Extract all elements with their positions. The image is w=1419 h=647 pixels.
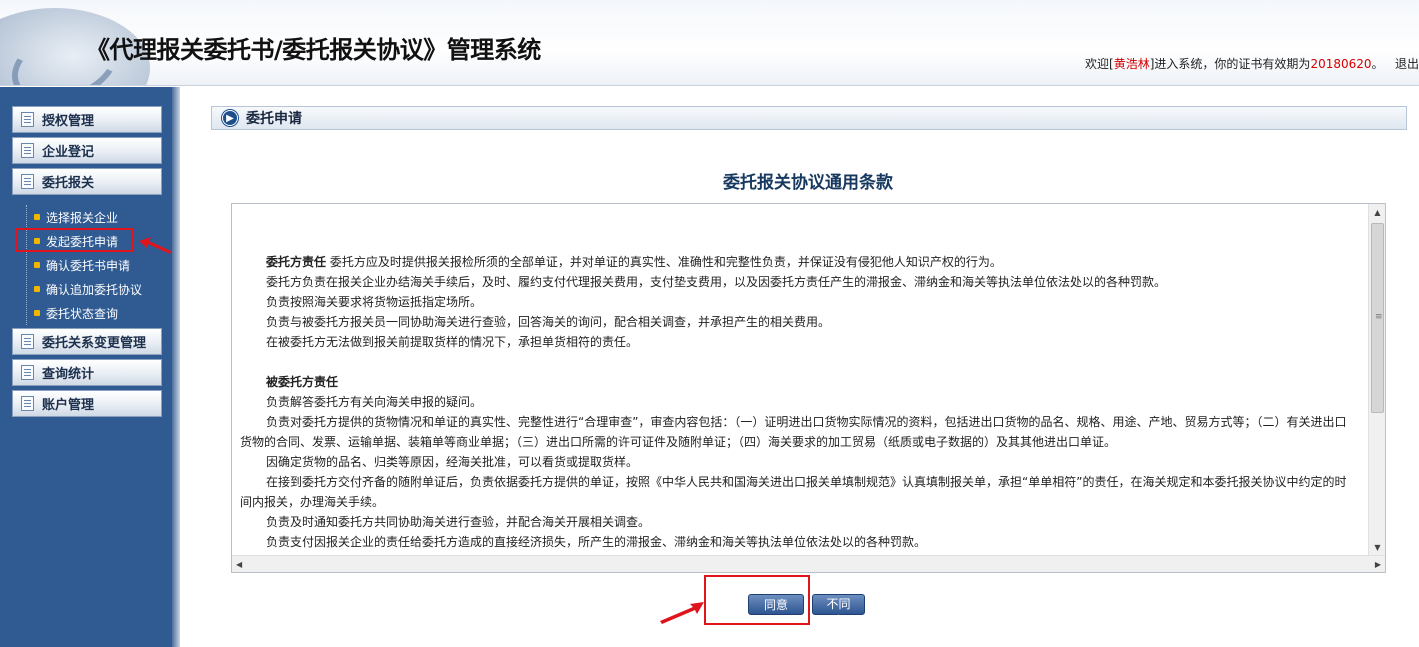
agreement-paragraph: 负责支付因报关企业的责任给委托方造成的直接经济损失，所产生的滞报金、滞纳金和海关…: [266, 535, 927, 549]
agreement-textbox[interactable]: 委托方责任 委托方应及时提供报关报检所须的全部单证，并对单证的真实性、准确性和完…: [231, 203, 1386, 573]
scroll-down-icon[interactable]: ▼: [1369, 539, 1386, 556]
agreement-paragraph: 负责与被委托方报关员一同协助海关进行查验，回答海关的询问，配合相关调查，并承担产…: [266, 315, 831, 329]
app-header: 《代理报关委托书/委托报关协议》管理系统 欢迎[黄浩林]进入系统，你的证书有效期…: [0, 0, 1419, 86]
agreement-paragraph: 负责按照海关要求将货物运抵指定场所。: [266, 295, 483, 309]
sidebar-item-label: 委托状态查询: [46, 306, 119, 321]
sidebar-section-label: 委托报关: [42, 176, 95, 191]
agreement-paragraph: 负责对委托方提供的货物情况和单证的真实性、完整性进行“合理审查”，审查内容包括：…: [240, 415, 1347, 449]
sidebar-section-query-statistics[interactable]: 查询统计: [12, 359, 162, 386]
page-icon: [21, 396, 34, 411]
agent-heading: 被委托方责任: [240, 372, 1358, 392]
page-icon: [21, 174, 34, 189]
horizontal-scrollbar[interactable]: ◀ ▶: [232, 555, 1385, 572]
breadcrumb: ▶ 委托申请: [211, 106, 1407, 130]
annotation-arrow-icon: [139, 237, 171, 254]
principal-heading: 委托方责任: [266, 255, 327, 269]
agreement-paragraph: 负责及时通知委托方共同协助海关进行查验，并配合海关开展相关调查。: [266, 515, 651, 529]
annotation-highlight-box: [16, 228, 133, 252]
agreement-line: 委托方应及时提供报关报检所须的全部单证，并对单证的真实性、准确性和完整性负责，并…: [329, 255, 1002, 269]
sidebar-section-enterprise-registration[interactable]: 企业登记: [12, 137, 162, 164]
bullet-icon: [34, 286, 40, 292]
page-icon: [21, 334, 34, 349]
annotation-arrow-icon: [660, 602, 704, 624]
sidebar-submenu: 选择报关企业 发起委托申请 确认委托书申请 确认追加委托协议 委托状态查询: [26, 205, 172, 325]
sidebar-item-label: 选择报关企业: [46, 210, 119, 225]
sidebar-rail: [172, 87, 180, 647]
welcome-message: 欢迎[黄浩林]进入系统，你的证书有效期为20180620。 退出: [1085, 55, 1419, 72]
sidebar-item-status-query[interactable]: 委托状态查询: [27, 301, 172, 325]
scroll-right-icon[interactable]: ▶: [1375, 560, 1381, 569]
agreement-paragraph: 在被委托方无法做到报关前提取货样的情况下，承担单货相符的责任。: [266, 335, 639, 349]
agent-heading-text: 被委托方责任: [266, 375, 339, 389]
sidebar-item-label: 确认委托书申请: [46, 258, 131, 273]
bullet-icon: [34, 262, 40, 268]
sidebar-section-label: 委托关系变更管理: [42, 336, 147, 351]
bullet-icon: [34, 214, 40, 220]
sidebar-section-authorization[interactable]: 授权管理: [12, 106, 162, 133]
vertical-scrollbar[interactable]: ▲ ≡ ▼: [1368, 204, 1385, 556]
sidebar-item-select-broker[interactable]: 选择报关企业: [27, 205, 172, 229]
agreement-title: 委托报关协议通用条款: [723, 173, 893, 193]
sidebar-item-label: 确认追加委托协议: [46, 282, 143, 297]
logout-link[interactable]: 退出: [1395, 57, 1419, 71]
agreement-paragraph: 因确定货物的品名、归类等原因，经海关批准，可以看货或提取货样。: [266, 455, 639, 469]
sidebar-section-label: 账户管理: [42, 398, 95, 413]
page-icon: [21, 143, 34, 158]
agreement-content: 委托方责任 委托方应及时提供报关报检所须的全部单证，并对单证的真实性、准确性和完…: [240, 252, 1358, 552]
welcome-mid: ]进入系统，你的证书有效期为: [1149, 57, 1311, 71]
sidebar-section-customs-delegation[interactable]: 委托报关: [12, 168, 162, 195]
page-title: 委托申请: [246, 111, 302, 127]
bullet-icon: [34, 310, 40, 316]
sidebar-section-account[interactable]: 账户管理: [12, 390, 162, 417]
agreement-paragraph: 负责解答委托方有关向海关申报的疑问。: [266, 395, 483, 409]
user-name: 黄浩林: [1113, 57, 1150, 71]
sidebar-section-label: 查询统计: [42, 367, 95, 382]
sidebar-item-confirm-letter[interactable]: 确认委托书申请: [27, 253, 172, 277]
agreement-paragraph: 委托方责任 委托方应及时提供报关报检所须的全部单证，并对单证的真实性、准确性和完…: [240, 252, 1358, 272]
welcome-prefix: 欢迎[: [1085, 57, 1114, 71]
cert-expiry: 20180620: [1310, 57, 1372, 71]
sidebar-section-label: 企业登记: [42, 145, 95, 160]
agreement-paragraph: 在接到委托方交付齐备的随附单证后，负责依据委托方提供的单证，按照《中华人民共和国…: [240, 475, 1347, 509]
grip-icon: ≡: [1375, 312, 1383, 322]
sidebar-section-relationship-change[interactable]: 委托关系变更管理: [12, 328, 162, 355]
welcome-suffix: 。: [1371, 57, 1384, 71]
app-title: 《代理报关委托书/委托报关协议》管理系统: [86, 36, 541, 64]
page-icon: [21, 365, 34, 380]
scroll-up-icon[interactable]: ▲: [1369, 204, 1386, 221]
page-icon: [21, 112, 34, 127]
scroll-left-icon[interactable]: ◀: [236, 560, 242, 569]
scroll-thumb[interactable]: ≡: [1371, 223, 1384, 413]
disagree-button[interactable]: 不同意: [812, 594, 865, 628]
sidebar-item-confirm-additional[interactable]: 确认追加委托协议: [27, 277, 172, 301]
agreement-paragraph: 委托方负责在报关企业办结海关手续后，及时、履约支付代理报关费用，支付垫支费用，以…: [266, 275, 1167, 289]
arrow-circle-icon: ▶: [222, 110, 238, 126]
sidebar-section-label: 授权管理: [42, 114, 95, 129]
agree-button[interactable]: 同意: [748, 594, 804, 615]
